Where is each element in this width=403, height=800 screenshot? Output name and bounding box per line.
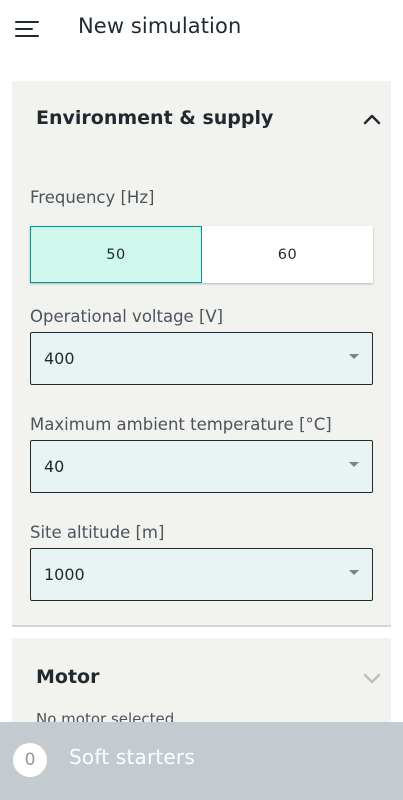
altitude-select[interactable]: 1000 xyxy=(30,548,373,601)
motor-section-title: Motor xyxy=(36,666,100,688)
dropdown-caret-icon xyxy=(349,570,359,575)
environment-section: Environment & supply Frequency [Hz] 50 6… xyxy=(12,81,391,627)
frequency-toggle: 50 60 xyxy=(30,226,373,283)
frequency-label: Frequency [Hz] xyxy=(30,188,155,207)
temperature-label: Maximum ambient temperature [°C] xyxy=(30,415,332,434)
frequency-option-50[interactable]: 50 xyxy=(30,226,202,283)
voltage-select[interactable]: 400 xyxy=(30,332,373,385)
hamburger-menu-icon[interactable] xyxy=(15,20,39,38)
frequency-option-60[interactable]: 60 xyxy=(202,226,373,283)
temperature-select[interactable]: 40 xyxy=(30,440,373,493)
dropdown-caret-icon xyxy=(349,354,359,359)
voltage-value: 400 xyxy=(44,349,75,368)
voltage-label: Operational voltage [V] xyxy=(30,307,224,326)
temperature-value: 40 xyxy=(44,457,65,476)
soft-starters-bar[interactable] xyxy=(0,722,403,800)
page-title: New simulation xyxy=(78,14,242,38)
dropdown-caret-icon xyxy=(349,462,359,467)
app-header: New simulation xyxy=(0,0,403,58)
environment-section-header[interactable]: Environment & supply xyxy=(12,81,391,159)
altitude-label: Site altitude [m] xyxy=(30,523,165,542)
altitude-value: 1000 xyxy=(44,565,85,584)
soft-starters-label: Soft starters xyxy=(69,745,195,769)
count-badge: 0 xyxy=(13,743,47,777)
chevron-up-icon[interactable] xyxy=(363,113,381,125)
environment-section-title: Environment & supply xyxy=(36,107,274,129)
chevron-down-icon[interactable] xyxy=(363,672,381,684)
